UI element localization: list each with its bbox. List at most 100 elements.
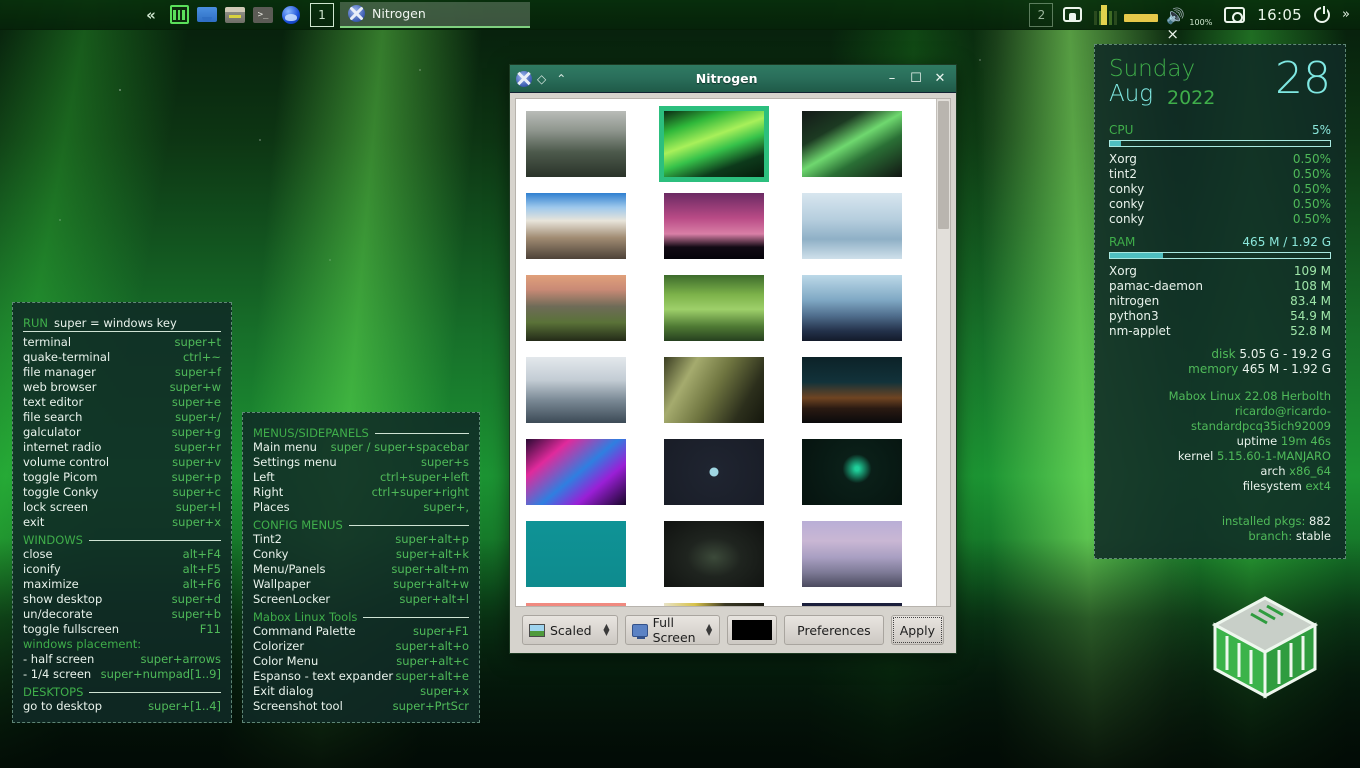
wallpaper-thumbnail-circuit-board-green[interactable] xyxy=(802,439,902,505)
wallpaper-thumbnail-blue-mountain-pines[interactable] xyxy=(802,275,902,341)
window-menu-icon[interactable]: ◇ xyxy=(532,72,551,86)
file-manager-icon[interactable] xyxy=(194,2,220,28)
network-manager-icon[interactable] xyxy=(1057,0,1088,30)
keybinding-row: toggle fullscreen F11 xyxy=(23,622,221,637)
vertical-scrollbar[interactable] xyxy=(936,99,950,606)
wallpaper-thumbnail-sunset-mountain-valley[interactable] xyxy=(526,275,626,341)
wallpaper-cell[interactable] xyxy=(802,189,930,263)
cpu-process-row: conky 0.50% xyxy=(1109,197,1331,212)
spinner-arrows-icon[interactable]: ▲ ▼ xyxy=(603,623,612,637)
window-app-icon[interactable] xyxy=(516,70,532,87)
keybinding-action: close xyxy=(23,547,53,561)
wallpaper-cell[interactable] xyxy=(526,435,654,509)
window-maximize-button[interactable]: ☐ xyxy=(906,69,926,89)
terminal-icon[interactable]: >_ xyxy=(250,2,276,28)
window-shade-icon[interactable]: ⌃ xyxy=(551,72,571,86)
distro-name: Mabox Linux 22.08 Herbolth xyxy=(1168,389,1331,403)
keybinding-shortcut: super+w xyxy=(169,380,221,394)
keybinding-row: un/decorate super+b xyxy=(23,607,221,622)
keybinding-shortcut: super+alt+m xyxy=(391,562,469,576)
tools-item-list: Command Palette super+F1 Colorizer super+al… xyxy=(253,624,469,714)
cpu-label: CPU xyxy=(1109,123,1134,137)
desktop-button-1[interactable]: 1 xyxy=(310,2,334,27)
wallpaper-thumbnail-teal-solid-color[interactable] xyxy=(526,521,626,587)
power-icon[interactable] xyxy=(1308,0,1336,30)
wallpaper-thumbnail-green-rolling-hills[interactable] xyxy=(664,275,764,341)
wallpaper-cell[interactable] xyxy=(526,271,654,345)
wallpaper-thumbnail-dark-3d-grid-plate[interactable] xyxy=(664,521,764,587)
screen-mode-spinner[interactable]: Full Screen ▲ ▼ xyxy=(624,615,721,645)
wallpaper-thumbnail-retro-neon-computer[interactable] xyxy=(526,439,626,505)
wallpaper-thumbnail-aurora-borealis-green[interactable] xyxy=(659,106,769,182)
keybinding-action: ScreenLocker xyxy=(253,592,331,606)
wallpaper-cell[interactable] xyxy=(664,435,792,509)
wallpaper-thumbnail-misty-forest-mountain[interactable] xyxy=(526,111,626,177)
keybinding-action: Tint2 xyxy=(253,532,282,546)
screenshot-camera-icon[interactable] xyxy=(1218,0,1251,30)
wallpaper-cell[interactable] xyxy=(526,353,654,427)
wallpaper-cell[interactable] xyxy=(526,189,654,263)
wallpaper-thumbnail-frozen-river-aerial[interactable] xyxy=(802,193,902,259)
wallpaper-cell[interactable] xyxy=(802,435,930,509)
keybinding-action: iconify xyxy=(23,562,61,576)
wallpaper-cell[interactable] xyxy=(664,271,792,345)
wallpaper-cell[interactable] xyxy=(659,106,792,182)
spinner-arrows-icon[interactable]: ▲ ▼ xyxy=(706,623,715,637)
taskbar-window-nitrogen[interactable]: Nitrogen xyxy=(340,1,530,28)
process-name: conky xyxy=(1109,182,1145,196)
wallpaper-cell[interactable] xyxy=(664,353,792,427)
window-titlebar[interactable]: ◇ ⌃ Nitrogen – ☐ ✕ xyxy=(510,65,956,93)
wallpaper-thumbnail-navy-night-gradient[interactable] xyxy=(802,603,902,606)
apply-button[interactable]: Apply xyxy=(890,615,944,645)
keybinding-action: internet radio xyxy=(23,440,102,454)
scrollbar-thumb[interactable] xyxy=(938,101,949,229)
wallpaper-cell[interactable] xyxy=(664,517,792,591)
wallpaper-cell[interactable] xyxy=(802,599,930,606)
wallpaper-thumbnail-pink-dusk-treeline[interactable] xyxy=(664,193,764,259)
volume-icon[interactable]: 🔊× 100% xyxy=(1160,0,1218,43)
mabox-menu-icon[interactable] xyxy=(166,2,192,28)
wallpaper-cell[interactable] xyxy=(526,599,654,606)
wallpaper-cell[interactable] xyxy=(664,189,792,263)
tray-overflow-icon[interactable]: » xyxy=(1336,0,1356,30)
preferences-button[interactable]: Preferences xyxy=(784,615,884,645)
wallpaper-cell[interactable] xyxy=(526,517,654,591)
desktop-button-2[interactable]: 2 xyxy=(1029,2,1054,27)
wallpaper-thumbnail-foggy-pine-forest[interactable] xyxy=(526,357,626,423)
wallpaper-cell[interactable] xyxy=(802,271,930,345)
wallpaper-thumbnail-dark-minimal-moon[interactable] xyxy=(664,439,764,505)
keybinding-action: Menu/Panels xyxy=(253,562,326,576)
wallpaper-cell[interactable] xyxy=(802,517,930,591)
keybinding-shortcut: ctrl+~ xyxy=(182,350,221,364)
taskbar-panel: « >_ 1 Nitrogen 2 🔊× 100% 16:05 » xyxy=(0,0,1360,43)
wallpaper-thumbnail-aurora-dark-green[interactable] xyxy=(802,111,902,177)
keybinding-shortcut: super / super+spacebar xyxy=(330,440,469,454)
keybinding-action: terminal xyxy=(23,335,72,349)
wallpaper-thumbnail-mountain-sunrise-dark[interactable] xyxy=(802,357,902,423)
clock[interactable]: 16:05 xyxy=(1251,0,1308,30)
wallpaper-cell[interactable] xyxy=(664,599,792,606)
keybindings-desktops-header: DESKTOPS xyxy=(23,685,221,699)
keybinding-action: file manager xyxy=(23,365,96,379)
background-color-button[interactable] xyxy=(727,615,778,645)
menu-shortcut-row: Places super+, xyxy=(253,500,469,515)
wallpaper-thumbnail-hot-air-balloons-valley[interactable] xyxy=(526,193,626,259)
wallpaper-thumbnail-yellow-dark-abstract[interactable] xyxy=(664,603,764,606)
web-browser-icon[interactable] xyxy=(278,2,304,28)
wallpaper-thumbnail-coral-pink-gradient[interactable] xyxy=(526,603,626,606)
memory-value: 465 M - 1.92 G xyxy=(1242,362,1331,376)
wallpaper-cell[interactable] xyxy=(526,107,654,181)
keybinding-action: file search xyxy=(23,410,83,424)
archive-manager-icon[interactable] xyxy=(222,2,248,28)
scale-mode-spinner[interactable]: Scaled ▲ ▼ xyxy=(522,615,618,645)
wallpaper-thumbnail-purple-sea-rocks[interactable] xyxy=(802,521,902,587)
system-monitor-graph[interactable] xyxy=(1088,0,1160,30)
wallpaper-thumbnail-grass-macro-dark[interactable] xyxy=(664,357,764,423)
wallpaper-cell[interactable] xyxy=(802,107,930,181)
window-close-button[interactable]: ✕ xyxy=(930,69,950,89)
window-minimize-button[interactable]: – xyxy=(882,69,902,89)
wallpaper-cell[interactable] xyxy=(802,353,930,427)
process-name: python3 xyxy=(1109,309,1159,323)
keybinding-action: Places xyxy=(253,500,290,514)
collapse-chevron-icon[interactable]: « xyxy=(138,2,164,28)
